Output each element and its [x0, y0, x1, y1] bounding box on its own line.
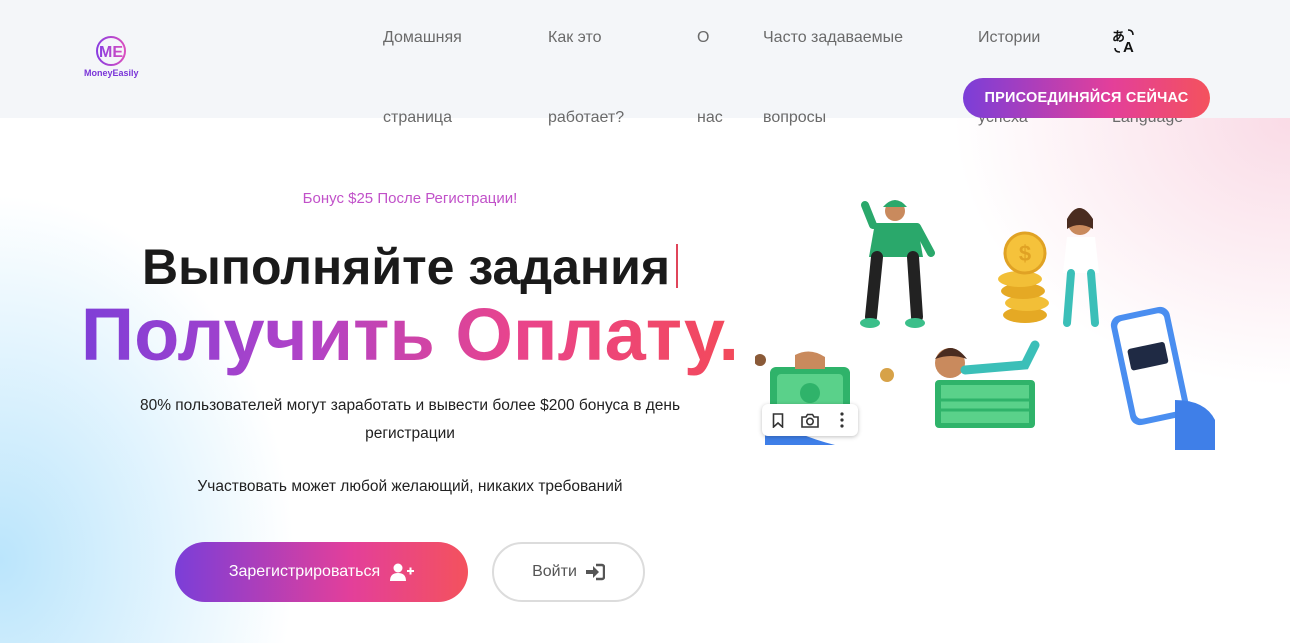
nav-item-faq-line1: Часто задаваемые — [763, 29, 904, 46]
register-button[interactable]: Зарегистрироваться — [175, 542, 468, 602]
bonus-text: Бонус $25 После Регистрации! — [302, 190, 518, 207]
nav-item-faq[interactable]: Часто задаваемые вопросы — [763, 0, 903, 158]
login-button[interactable]: Войти — [492, 542, 645, 602]
nav-item-about[interactable]: О нас — [697, 0, 723, 158]
svg-text:A: A — [1123, 39, 1134, 54]
sign-in-icon — [585, 563, 605, 581]
typing-caret — [676, 244, 679, 288]
bookmark-icon[interactable] — [766, 408, 790, 432]
add-user-icon — [390, 563, 415, 581]
logo[interactable]: ME MoneyEasily — [84, 36, 144, 82]
nav-item-faq-line2: вопросы — [763, 109, 827, 126]
illustration-man — [860, 200, 935, 328]
nav-item-how-line1: Как это — [548, 29, 602, 46]
nav-item-home[interactable]: Домашняя страница — [383, 0, 462, 158]
nav-item-home-line2: страница — [383, 109, 452, 126]
nav-item-home-line1: Домашняя — [383, 29, 462, 46]
illustration-coins: $ — [998, 231, 1049, 323]
nav-item-about-line1: О — [697, 29, 710, 46]
login-button-label: Войти — [532, 563, 577, 580]
hero-title-text: Выполняйте задания — [141, 239, 671, 295]
register-button-label: Зарегистрироваться — [228, 563, 381, 580]
translate-icon[interactable]: あ A — [1112, 28, 1138, 54]
logo-mark: ME — [96, 36, 126, 66]
nav-item-about-line2: нас — [697, 109, 723, 126]
nav-item-how-line2: работает? — [548, 109, 625, 126]
illustration-phone — [1110, 306, 1215, 450]
logo-mark-text: ME — [99, 44, 123, 61]
camera-icon[interactable] — [798, 408, 822, 432]
nav-item-stories-line1: Истории — [978, 29, 1041, 46]
hero-description: 80% пользователей могут заработать и выв… — [139, 397, 681, 442]
more-vertical-icon[interactable] — [830, 408, 854, 432]
illustration-woman — [1063, 208, 1099, 327]
image-toolbar — [762, 404, 858, 436]
svg-text:$: $ — [1019, 241, 1031, 266]
logo-text: MoneyEasily — [84, 68, 139, 78]
hero-note: Участвовать может любой желающий, никаки… — [197, 478, 623, 495]
join-now-button[interactable]: ПРИСОЕДИНЯЙСЯ СЕЙЧАС — [963, 78, 1210, 118]
illustration-woman-on-money — [935, 340, 1040, 428]
hero-subtitle: Получить Оплату. — [60, 292, 760, 377]
nav-item-how-it-works[interactable]: Как это работает? — [548, 0, 624, 158]
hero-title: Выполняйте задания — [110, 238, 710, 296]
